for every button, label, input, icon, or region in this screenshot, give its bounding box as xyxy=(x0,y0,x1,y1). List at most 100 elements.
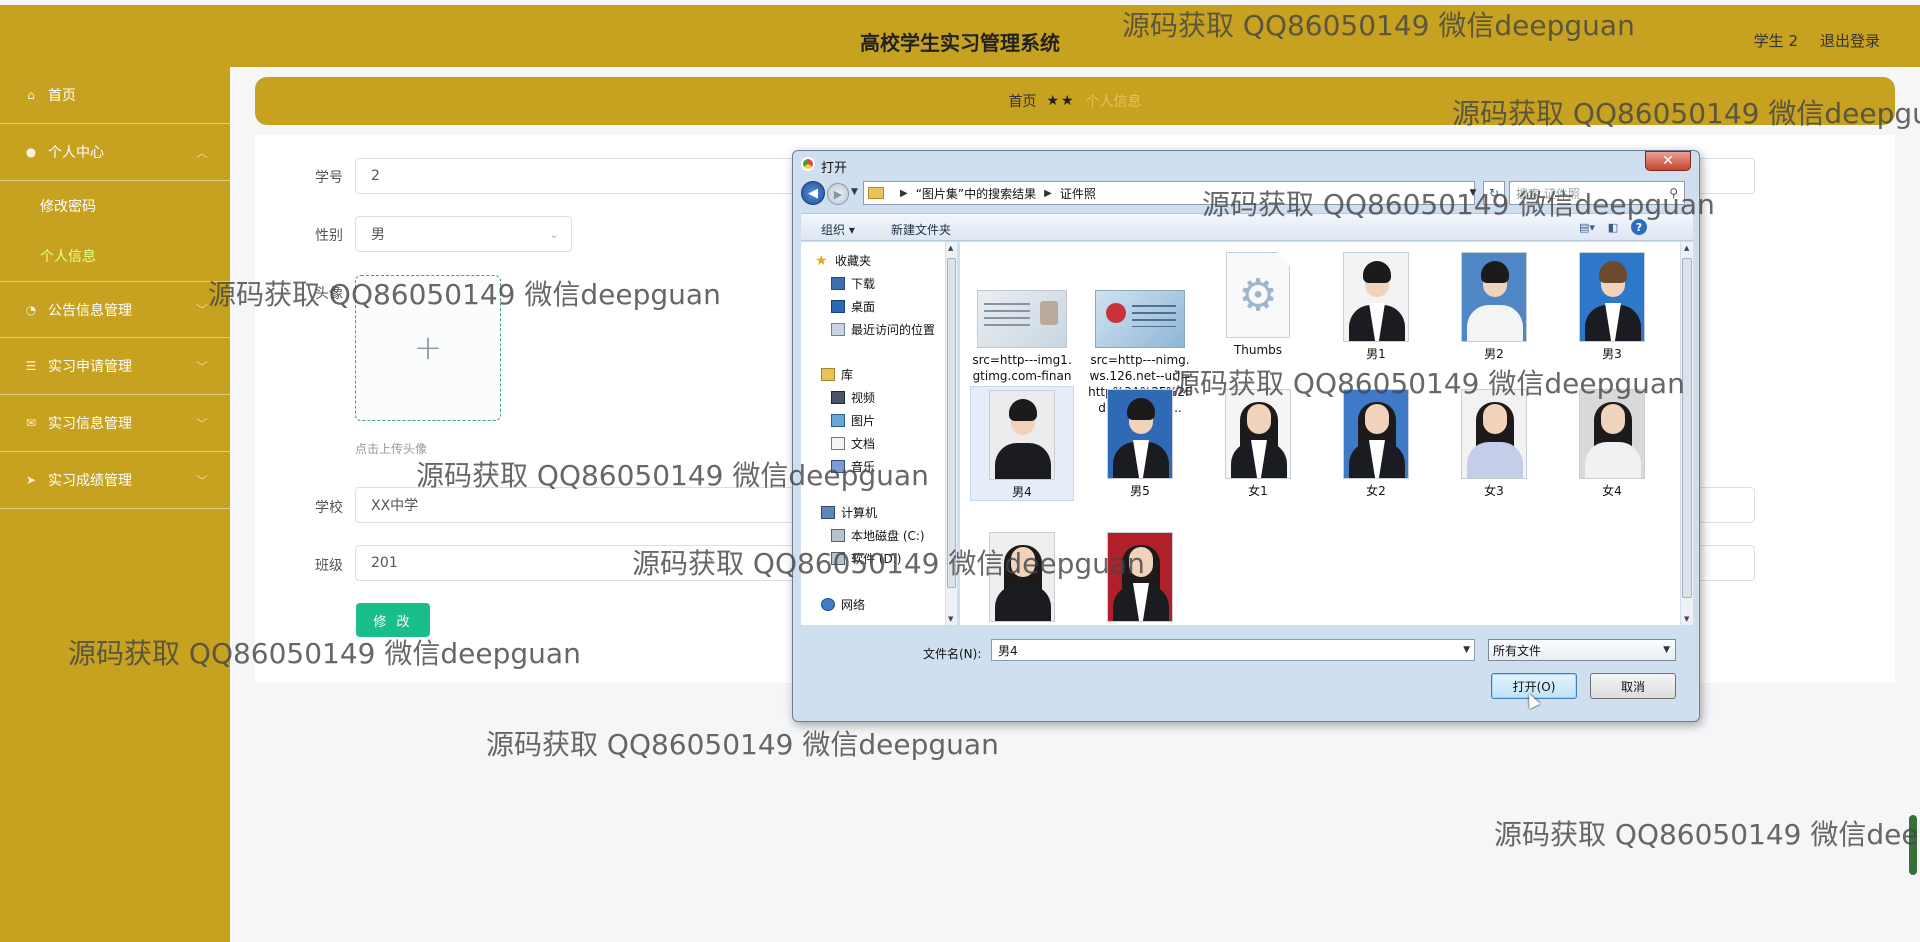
sidebar-subitem-change-password[interactable]: 修改密码 xyxy=(0,181,230,231)
scroll-down-icon[interactable]: ▼ xyxy=(1684,615,1689,623)
music-icon xyxy=(831,460,845,473)
sidebar-item-label: 公告信息管理 xyxy=(48,302,132,319)
computer-icon xyxy=(821,506,835,519)
address-crumb-search[interactable]: “图片集”中的搜索结果 xyxy=(916,185,1036,202)
file-label: 男1 xyxy=(1366,347,1386,361)
view-options-icon[interactable]: ▤▾ xyxy=(1579,219,1595,235)
watermark: 源码获取 QQ86050149 微信deepguan xyxy=(1494,818,1920,851)
folder-icon xyxy=(868,187,884,199)
breadcrumb: 首页 ★★ 个人信息 xyxy=(255,77,1895,125)
logout-link[interactable]: 退出登录 xyxy=(1820,30,1880,51)
scrollbar-thumb[interactable] xyxy=(947,258,956,588)
user-area: 学生 2 退出登录 xyxy=(1754,30,1880,51)
nav-favorites[interactable]: ★ 收藏夹 xyxy=(815,252,871,269)
file-item[interactable]: 女1 xyxy=(1206,389,1310,499)
photo-thumbnail xyxy=(1579,252,1645,342)
scroll-up-icon[interactable]: ▲ xyxy=(948,244,953,252)
nav-label: 收藏夹 xyxy=(835,254,872,268)
nav-documents[interactable]: 文档 xyxy=(831,435,875,452)
files-scrollbar[interactable]: ▲ ▼ xyxy=(1680,242,1693,625)
id-card-thumbnail xyxy=(977,290,1067,348)
sidebar-item-notice[interactable]: ◔ 公告信息管理 ﹀ xyxy=(0,281,230,338)
address-bar[interactable]: ▶ “图片集”中的搜索结果 ▶ 证件照 xyxy=(863,181,1475,205)
file-item[interactable]: 女2 xyxy=(1324,389,1428,499)
chevron-down-icon: ﹀ xyxy=(195,473,208,488)
photo-thumbnail xyxy=(1107,389,1173,479)
close-button[interactable]: ✕ xyxy=(1645,151,1691,171)
file-label: 女2 xyxy=(1366,484,1386,498)
class-value: 201 xyxy=(371,555,398,571)
file-label: 男3 xyxy=(1602,347,1622,361)
nav-videos[interactable]: 视频 xyxy=(831,389,875,406)
address-dropdown-icon[interactable]: ▼ xyxy=(1465,181,1481,205)
forward-button[interactable]: ▶ xyxy=(827,183,849,205)
chrome-icon xyxy=(801,157,815,171)
nav-network[interactable]: 网络 xyxy=(821,596,865,613)
photo-thumbnail xyxy=(1107,532,1173,622)
filetype-select[interactable]: 所有文件 ▼ xyxy=(1488,639,1676,661)
nav-label: 视频 xyxy=(851,391,876,405)
notice-icon: ◔ xyxy=(25,302,37,317)
nav-drive-d[interactable]: 软件 (D:) xyxy=(831,550,901,567)
nav-scrollbar[interactable]: ▲ ▼ xyxy=(945,242,957,625)
help-icon[interactable]: ? xyxy=(1631,219,1647,235)
search-input[interactable]: 搜索 证件照 ⚲ xyxy=(1509,181,1685,205)
file-item[interactable]: ⚙ Thumbs xyxy=(1206,252,1310,358)
back-button[interactable]: ◀ xyxy=(801,181,825,205)
refresh-button[interactable]: ↻ xyxy=(1483,181,1505,205)
sidebar-item-internship-score[interactable]: ➤ 实习成绩管理 ﹀ xyxy=(0,452,230,509)
breadcrumb-current: 个人信息 xyxy=(1085,94,1142,110)
file-item[interactable] xyxy=(1088,532,1192,625)
file-item-selected[interactable]: 男4 xyxy=(970,386,1074,501)
nav-pictures[interactable]: 图片 xyxy=(831,412,875,429)
sidebar-item-label: 首页 xyxy=(48,88,76,104)
file-item[interactable]: 男2 xyxy=(1442,252,1546,362)
breadcrumb-home[interactable]: 首页 xyxy=(1008,91,1036,111)
new-folder-button[interactable]: 新建文件夹 xyxy=(891,221,951,238)
address-crumb-folder[interactable]: 证件照 xyxy=(1060,185,1096,202)
file-item[interactable]: 男3 xyxy=(1560,252,1664,362)
picture-icon xyxy=(831,414,845,427)
nav-libraries[interactable]: 库 xyxy=(821,366,853,383)
scroll-down-icon[interactable]: ▼ xyxy=(948,615,953,623)
sidebar-subitem-personal-info[interactable]: 个人信息 xyxy=(0,231,230,281)
nav-desktop[interactable]: 桌面 xyxy=(831,298,875,315)
filename-label: 文件名(N): xyxy=(923,647,982,661)
sidebar-item-internship-info[interactable]: ✉ 实习信息管理 ﹀ xyxy=(0,395,230,452)
organize-menu[interactable]: 组织 ▾ xyxy=(821,221,855,238)
nav-label: 网络 xyxy=(841,598,866,612)
nav-computer[interactable]: 计算机 xyxy=(821,504,877,521)
breadcrumb-separator: ★★ xyxy=(1046,93,1076,109)
sidebar-item-home[interactable]: ⌂ 首页 xyxy=(0,67,230,124)
top-bar: 高校学生实习管理系统 学生 2 退出登录 xyxy=(0,5,1920,67)
scroll-up-icon[interactable]: ▲ xyxy=(1684,244,1689,252)
filename-value: 男4 xyxy=(998,643,1018,658)
edit-button[interactable]: 修 改 xyxy=(356,603,430,637)
nav-recent[interactable]: 最近访问的位置 xyxy=(831,321,935,338)
current-user[interactable]: 学生 2 xyxy=(1754,30,1798,51)
file-item[interactable]: 男5 xyxy=(1088,389,1192,499)
address-row: ◀ ▶ ▼ ▶ “图片集”中的搜索结果 ▶ 证件照 ▼ ↻ 搜索 证件照 ⚲ xyxy=(801,181,1693,207)
nav-drive-c[interactable]: 本地磁盘 (C:) xyxy=(831,527,925,544)
file-item[interactable]: 女4 xyxy=(1560,389,1664,499)
scrollbar-thumb[interactable] xyxy=(1682,258,1692,598)
history-dropdown-icon[interactable]: ▼ xyxy=(851,187,858,197)
file-item[interactable]: 男1 xyxy=(1324,252,1428,362)
nav-downloads[interactable]: 下载 xyxy=(831,275,875,292)
nav-music[interactable]: 音乐 xyxy=(831,458,875,475)
nav-label: 计算机 xyxy=(841,506,878,520)
filename-input[interactable]: 男4 ▼ xyxy=(991,639,1475,661)
gender-select[interactable]: 男 ⌄ xyxy=(355,216,572,252)
sidebar-item-internship-apply[interactable]: ☰ 实习申请管理 ﹀ xyxy=(0,338,230,395)
avatar-upload[interactable]: + xyxy=(355,275,501,421)
photo-thumbnail xyxy=(989,390,1055,480)
page-scroll-indicator[interactable] xyxy=(1909,815,1917,875)
sidebar-item-personal-center[interactable]: ● 个人中心 ︿ xyxy=(0,124,230,181)
dropdown-arrow-icon[interactable]: ▼ xyxy=(1463,645,1470,655)
cancel-button[interactable]: 取消 xyxy=(1590,673,1676,699)
file-item[interactable]: 女3 xyxy=(1442,389,1546,499)
preview-pane-icon[interactable]: ◧ xyxy=(1605,219,1621,235)
arrow-right-icon: ▶ xyxy=(833,187,843,201)
file-item[interactable] xyxy=(970,532,1074,625)
class-label: 班级 xyxy=(315,558,343,574)
